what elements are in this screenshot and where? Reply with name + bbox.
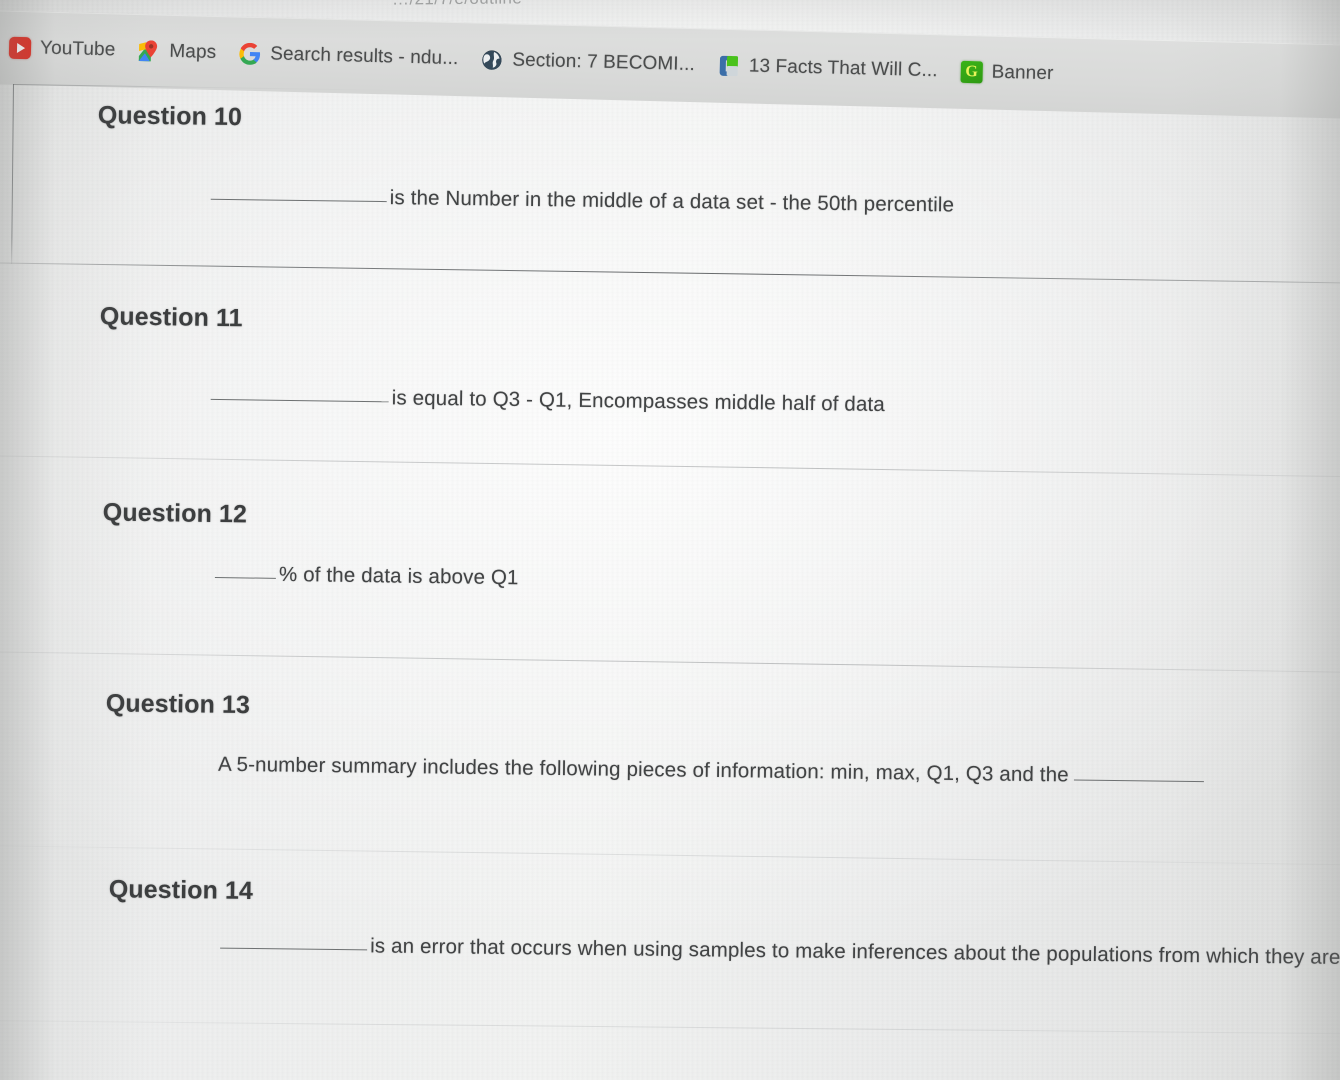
answer-blank[interactable] — [210, 382, 389, 403]
answer-blank[interactable] — [210, 182, 387, 203]
question-separator — [0, 1020, 1340, 1035]
question-separator — [0, 262, 1340, 285]
answer-blank[interactable] — [1073, 764, 1204, 783]
question-separator — [0, 845, 1340, 866]
question-text: % of the data is above Q1 — [214, 562, 519, 590]
quiz-content: Question 10 is the Number in the middle … — [0, 0, 1340, 1080]
question-title: Question 11 — [99, 302, 243, 333]
question-text: A 5-number summary includes the followin… — [218, 753, 1204, 789]
question-card-left-border — [11, 84, 14, 265]
question-title: Question 14 — [108, 875, 254, 906]
question-block-12: Question 12 % of the data is above Q1 — [0, 497, 1340, 589]
question-text: is the Number in the middle of a data se… — [210, 182, 955, 218]
question-block-10: Question 10 is the Number in the middle … — [0, 100, 1340, 216]
answer-blank[interactable] — [214, 562, 277, 579]
question-text: is an error that occurs when using sampl… — [220, 932, 1340, 970]
question-text: is equal to Q3 - Q1, Encompasses middle … — [210, 382, 886, 417]
question-title: Question 12 — [102, 498, 248, 529]
question-block-11: Question 11 is equal to Q3 - Q1, Encompa… — [0, 301, 1340, 416]
question-title: Question 10 — [97, 101, 243, 132]
question-title: Question 13 — [105, 689, 251, 720]
question-separator — [0, 455, 1340, 478]
question-block-14: Question 14 is an error that occurs when… — [0, 874, 1340, 969]
screen-photo-backdrop: …/21/7/e/outline YouTube Maps — [0, 0, 1340, 1080]
answer-blank[interactable] — [220, 932, 368, 951]
question-block-13: Question 13 A 5-number summary includes … — [0, 688, 1340, 786]
question-separator — [0, 651, 1340, 674]
